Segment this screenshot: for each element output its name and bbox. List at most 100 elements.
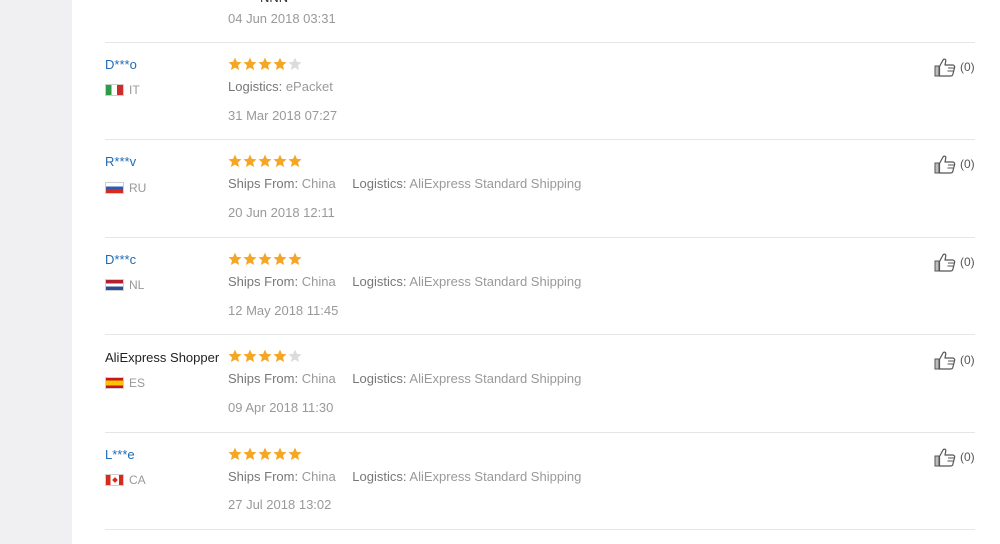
star-filled-icon xyxy=(258,349,272,362)
country-code: RU xyxy=(129,181,147,195)
thumbs-up-icon xyxy=(933,350,957,370)
country-code: ES xyxy=(129,376,146,390)
star-filled-icon xyxy=(258,154,272,167)
reviewer-country: CA xyxy=(105,473,146,487)
logistics-label: Logistics: xyxy=(228,79,283,94)
review-meta: Logistics: ePacket xyxy=(228,79,333,94)
cut-off-feedback-text: ŃŃŃ xyxy=(260,0,288,5)
star-filled-icon xyxy=(273,349,287,362)
review-date: 12 May 2018 11:45 xyxy=(228,303,339,318)
reviewer-name-link[interactable]: D***o xyxy=(105,57,137,72)
logistics-label: Logistics: xyxy=(352,176,407,191)
star-filled-icon xyxy=(288,252,302,265)
ships-from-label: Ships From: xyxy=(228,274,299,289)
review-date: 27 Jul 2018 13:02 xyxy=(228,497,332,512)
star-filled-icon xyxy=(273,154,287,167)
feedback-list-panel xyxy=(72,0,1000,544)
helpful-button[interactable]: (0) xyxy=(933,154,975,174)
ships-from-value: China xyxy=(301,274,336,289)
ships-from-value: China xyxy=(301,469,336,484)
helpful-count: (0) xyxy=(960,353,975,367)
ships-from-value: China xyxy=(301,176,336,191)
star-filled-icon xyxy=(273,57,287,70)
review-meta: Ships From: China Logistics: AliExpress … xyxy=(228,274,581,289)
star-filled-icon xyxy=(288,447,302,460)
canada-flag-icon xyxy=(105,474,124,486)
star-filled-icon xyxy=(228,252,242,265)
star-filled-icon xyxy=(243,447,257,460)
star-filled-icon xyxy=(258,57,272,70)
star-filled-icon xyxy=(243,57,257,70)
star-filled-icon xyxy=(273,447,287,460)
thumbs-up-icon xyxy=(933,447,957,467)
reviewer-country: NL xyxy=(105,278,144,292)
logistics-value: AliExpress Standard Shipping xyxy=(409,274,582,289)
review-date: 04 Jun 2018 03:31 xyxy=(228,11,336,26)
reviewer-country: RU xyxy=(105,181,146,195)
thumbs-up-icon xyxy=(933,57,957,77)
divider xyxy=(105,334,975,335)
star-filled-icon xyxy=(228,57,242,70)
logistics-value: AliExpress Standard Shipping xyxy=(409,469,582,484)
country-code: IT xyxy=(129,83,140,97)
divider xyxy=(105,139,975,140)
star-rating xyxy=(228,447,302,461)
thumbs-up-icon xyxy=(933,252,957,272)
thumbs-up-icon xyxy=(933,154,957,174)
logistics-value: AliExpress Standard Shipping xyxy=(409,176,582,191)
review-date: 31 Mar 2018 07:27 xyxy=(228,108,338,123)
review-date: 20 Jun 2018 12:11 xyxy=(228,205,335,220)
spain-flag-icon xyxy=(105,377,124,389)
star-empty-icon xyxy=(288,349,302,362)
ships-from-label: Ships From: xyxy=(228,469,299,484)
star-filled-icon xyxy=(228,447,242,460)
star-filled-icon xyxy=(243,252,257,265)
reviewer-name: AliExpress Shopper xyxy=(105,350,220,365)
logistics-label: Logistics: xyxy=(352,274,407,289)
star-filled-icon xyxy=(243,154,257,167)
reviewer-name-link[interactable]: D***c xyxy=(105,252,136,267)
review-date: 09 Apr 2018 11:30 xyxy=(228,400,334,415)
star-rating xyxy=(228,154,302,168)
logistics-value: ePacket xyxy=(285,79,333,94)
star-filled-icon xyxy=(228,349,242,362)
ships-from-value: China xyxy=(301,371,336,386)
star-filled-icon xyxy=(258,447,272,460)
star-empty-icon xyxy=(288,57,302,70)
star-rating xyxy=(228,57,302,71)
divider xyxy=(105,432,975,433)
divider xyxy=(105,237,975,238)
logistics-value: AliExpress Standard Shipping xyxy=(409,371,582,386)
ships-from-label: Ships From: xyxy=(228,371,299,386)
helpful-button[interactable]: (0) xyxy=(933,57,975,77)
logistics-label: Logistics: xyxy=(352,469,407,484)
reviewer-country: ES xyxy=(105,376,145,390)
helpful-count: (0) xyxy=(960,255,975,269)
helpful-count: (0) xyxy=(960,450,975,464)
reviewer-name-link[interactable]: R***v xyxy=(105,154,136,169)
review-meta: Ships From: China Logistics: AliExpress … xyxy=(228,176,581,191)
star-filled-icon xyxy=(288,154,302,167)
star-filled-icon xyxy=(243,349,257,362)
star-filled-icon xyxy=(258,252,272,265)
russia-flag-icon xyxy=(105,182,124,194)
star-filled-icon xyxy=(228,154,242,167)
star-filled-icon xyxy=(273,252,287,265)
helpful-button[interactable]: (0) xyxy=(933,350,975,370)
review-meta: Ships From: China Logistics: AliExpress … xyxy=(228,469,581,484)
star-rating xyxy=(228,252,302,266)
helpful-count: (0) xyxy=(960,60,975,74)
netherlands-flag-icon xyxy=(105,279,124,291)
country-code: NL xyxy=(129,278,145,292)
reviewer-name-link[interactable]: L***e xyxy=(105,447,135,462)
divider xyxy=(105,529,975,530)
helpful-button[interactable]: (0) xyxy=(933,447,975,467)
ships-from-label: Ships From: xyxy=(228,176,299,191)
country-code: CA xyxy=(129,473,146,487)
reviewer-country: IT xyxy=(105,83,140,97)
helpful-button[interactable]: (0) xyxy=(933,252,975,272)
divider xyxy=(105,42,975,43)
logistics-label: Logistics: xyxy=(352,371,407,386)
star-rating xyxy=(228,349,302,363)
italy-flag-icon xyxy=(105,84,124,96)
